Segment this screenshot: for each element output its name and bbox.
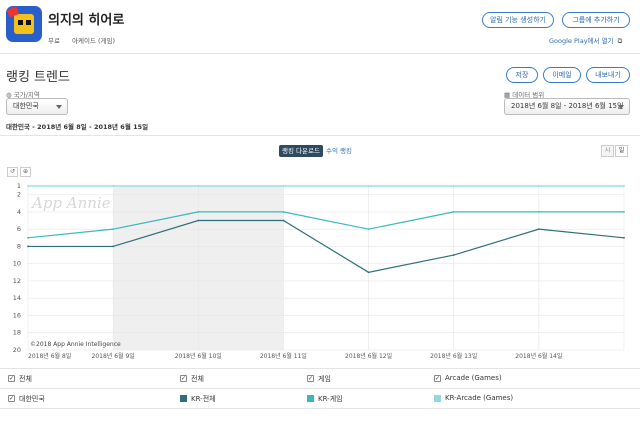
series-point bbox=[112, 228, 115, 231]
app-title: 의지의 히어로 bbox=[48, 13, 125, 28]
legend-country-row: ✓ 대한민국 KR-전체 KR-게임 KR-Arcade (Games) bbox=[0, 391, 640, 409]
series-point bbox=[367, 185, 370, 187]
ranking-chart-svg: 12 4 6 8 10 12 14 16 18 20 App Annie 2018년 6월 8일 201… bbox=[13, 182, 625, 360]
legend-country-label: 대한민국 bbox=[19, 395, 45, 403]
legend-mid-divider bbox=[0, 388, 640, 389]
series-point bbox=[367, 271, 370, 274]
chart-watermark: App Annie bbox=[30, 194, 111, 212]
save-button[interactable]: 저장 bbox=[506, 67, 538, 83]
legend-header-label: 게임 bbox=[318, 375, 331, 383]
google-play-link[interactable]: Google Play에서 열기 ⧉ bbox=[549, 35, 622, 46]
legend-series-label: KR-Arcade (Games) bbox=[445, 394, 514, 402]
zoom-button[interactable]: ⊕ bbox=[20, 167, 31, 177]
series-point bbox=[197, 185, 200, 187]
chart-copyright: ©2018 App Annie Intelligence bbox=[30, 341, 121, 348]
checkbox-arcade[interactable]: ✓ bbox=[434, 375, 441, 382]
series-point bbox=[27, 185, 29, 187]
legend-swatch-games bbox=[307, 395, 314, 402]
legend-swatch-arcade bbox=[434, 395, 441, 402]
app-icon bbox=[6, 6, 42, 42]
tab-download-rank[interactable]: 랭킹 다운로드 bbox=[279, 145, 323, 157]
series-point bbox=[282, 210, 285, 213]
series-point bbox=[537, 210, 540, 213]
checkbox-all[interactable]: ✓ bbox=[8, 375, 15, 382]
google-play-link-text: Google Play에서 열기 bbox=[549, 37, 614, 45]
export-button[interactable]: 내보내기 bbox=[586, 67, 630, 83]
series-point bbox=[367, 228, 370, 231]
zoom-icon: ⊕ bbox=[22, 168, 29, 175]
legend-top-divider bbox=[0, 368, 640, 369]
country-select[interactable]: 대한민국 bbox=[6, 98, 68, 115]
x-tick-label: 2018년 6월 11일 bbox=[260, 352, 307, 360]
y-tick-label: 14 bbox=[13, 294, 21, 302]
undo-button[interactable]: ↺ bbox=[7, 167, 18, 177]
y-tick-label: 12 bbox=[13, 277, 21, 285]
checkbox-country[interactable]: ✓ bbox=[8, 395, 15, 402]
series-point bbox=[112, 245, 115, 248]
app-price: 무료 bbox=[48, 37, 60, 45]
series-point bbox=[537, 185, 540, 187]
y-tick-label: 18 bbox=[13, 329, 21, 337]
legend-header-label: 전체 bbox=[191, 375, 204, 383]
add-to-group-button[interactable]: 그룹에 추가하기 bbox=[562, 12, 630, 28]
series-point bbox=[623, 236, 625, 239]
y-tick-label: 16 bbox=[13, 311, 21, 319]
email-button[interactable]: 이메일 bbox=[543, 67, 581, 83]
daily-toggle[interactable]: 일 bbox=[615, 145, 628, 157]
tab-revenue-rank[interactable]: 수익 랭킹 bbox=[326, 145, 352, 157]
legend-header-label: Arcade (Games) bbox=[445, 374, 502, 382]
legend-swatch-total bbox=[180, 395, 187, 402]
y-tick-label: 8 bbox=[17, 242, 21, 250]
series-point bbox=[197, 210, 200, 213]
series-point bbox=[197, 219, 200, 222]
y-tick-label: 10 bbox=[13, 260, 21, 268]
subtitle-divider bbox=[0, 135, 640, 136]
series-point bbox=[27, 245, 29, 248]
y-tick-label: 20 bbox=[13, 346, 21, 354]
series-point bbox=[27, 236, 29, 239]
y-tick-label: 4 bbox=[17, 208, 21, 216]
y-tick-label: 1 bbox=[17, 182, 21, 190]
chevron-down-icon bbox=[618, 105, 624, 109]
legend-header-label: 전체 bbox=[19, 375, 32, 383]
x-tick-label: 2018년 6월 13일 bbox=[430, 352, 477, 360]
date-range-select[interactable]: 2018년 6월 8일 - 2018년 6월 15일 bbox=[504, 98, 630, 115]
chart-subtitle: 대한민국 - 2018년 6월 8일 - 2018년 6월 15일 bbox=[6, 123, 149, 131]
y-tick-label: 6 bbox=[17, 225, 21, 233]
country-select-value: 대한민국 bbox=[13, 102, 39, 110]
x-tick-label: 2018년 6월 9일 bbox=[92, 352, 135, 360]
checkbox-all-total[interactable]: ✓ bbox=[180, 375, 187, 382]
x-tick-label: 2018년 6월 8일 bbox=[28, 352, 71, 360]
series-point bbox=[452, 254, 455, 256]
app-category: 아케이드 (게임) bbox=[72, 37, 116, 45]
series-point bbox=[112, 185, 115, 187]
series-point bbox=[623, 185, 625, 187]
legend-header-row: ✓ 전체 ✓ 전체 ✓ 게임 ✓ Arcade (Games) bbox=[0, 371, 640, 389]
header-divider bbox=[0, 53, 640, 54]
series-point bbox=[452, 185, 455, 187]
chevron-down-icon bbox=[56, 105, 62, 109]
checkbox-games[interactable]: ✓ bbox=[307, 375, 314, 382]
x-tick-label: 2018년 6월 10일 bbox=[175, 352, 222, 360]
legend-series-label: KR-전체 bbox=[191, 395, 216, 403]
legend-bottom-divider bbox=[0, 408, 640, 409]
create-alert-button[interactable]: 알림 기능 생성하기 bbox=[482, 12, 554, 28]
series-point bbox=[282, 219, 285, 222]
series-point bbox=[537, 228, 540, 231]
date-range-select-value: 2018년 6월 8일 - 2018년 6월 15일 bbox=[511, 102, 624, 110]
x-tick-label: 2018년 6월 14일 bbox=[515, 352, 562, 360]
external-link-icon: ⧉ bbox=[617, 37, 623, 45]
series-point bbox=[623, 210, 625, 213]
series-point bbox=[452, 210, 455, 213]
hourly-toggle[interactable]: 시 bbox=[601, 145, 614, 157]
section-title: 랭킹 트렌드 bbox=[6, 70, 70, 85]
series-point bbox=[282, 185, 285, 187]
legend-series-label: KR-게임 bbox=[318, 395, 343, 403]
undo-icon: ↺ bbox=[9, 168, 16, 175]
ranking-chart: 1 2 4 6 8 10 12 14 16 18 20 App Annie 2018년 6월 8일 201… bbox=[0, 180, 640, 360]
y-tick-label: 2 bbox=[17, 191, 21, 199]
x-tick-label: 2018년 6월 12일 bbox=[345, 352, 392, 360]
